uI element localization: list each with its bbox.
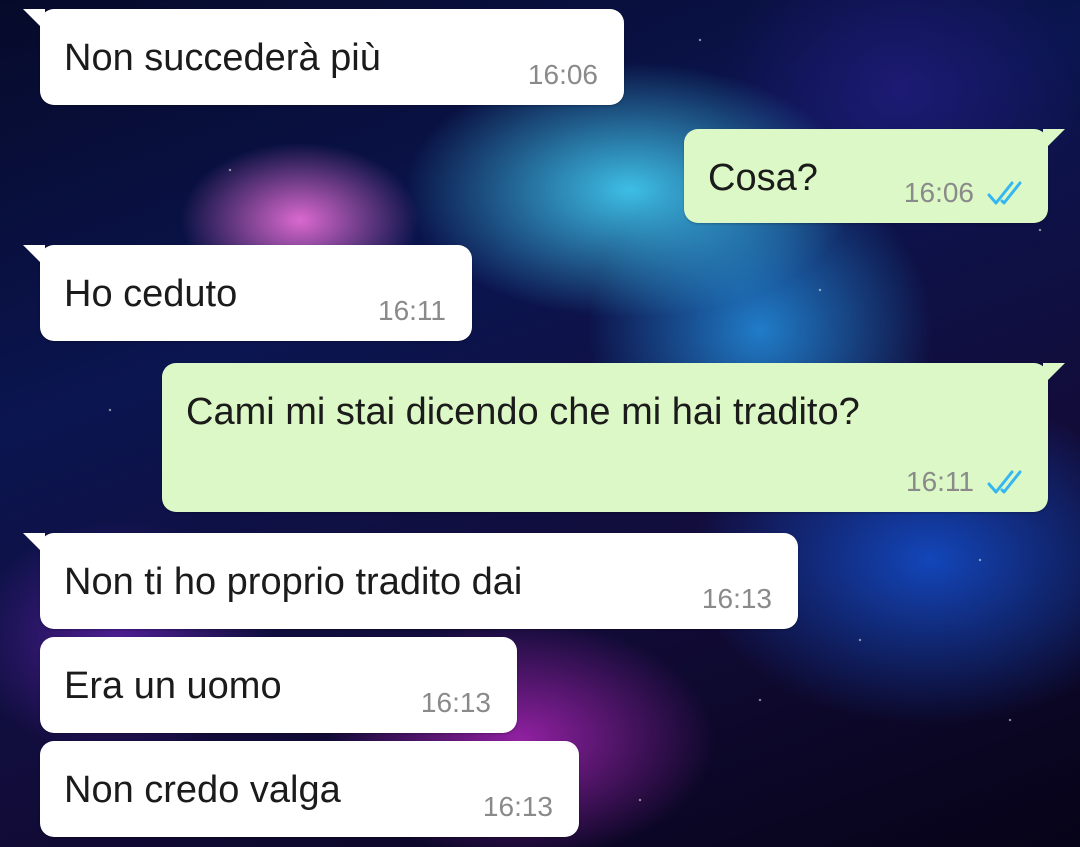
message-timestamp: 16:13: [482, 791, 553, 822]
message-text: Cami mi stai dicendo che mi hai tradito?: [186, 391, 860, 433]
message-timestamp: 16:06: [903, 177, 974, 208]
double-check-icon: [987, 470, 1022, 494]
message-text: Non ti ho proprio tradito dai: [64, 561, 523, 603]
message-text: Cosa?: [708, 157, 818, 199]
message-bubble-outgoing[interactable]: Cosa? 16:06: [684, 129, 1065, 223]
message-text: Non credo valga: [64, 769, 341, 811]
message-timestamp: 16:13: [420, 687, 491, 718]
message-bubble-incoming[interactable]: Non ti ho proprio tradito dai 16:13: [23, 533, 798, 629]
message-timestamp: 16:11: [906, 466, 974, 497]
message-bubble-outgoing[interactable]: Cami mi stai dicendo che mi hai tradito?…: [162, 363, 1065, 512]
message-timestamp: 16:11: [378, 295, 446, 326]
message-bubble-incoming[interactable]: Non succederà più 16:06: [23, 9, 624, 105]
message-text: Era un uomo: [64, 665, 282, 707]
message-list[interactable]: Non succederà più 16:06 Cosa? 16:06 Ho c…: [0, 0, 1080, 847]
double-check-icon: [987, 181, 1022, 205]
message-text: Non succederà più: [64, 37, 381, 79]
message-bubble-incoming[interactable]: Ho ceduto 16:11: [23, 245, 472, 341]
message-timestamp: 16:13: [701, 583, 772, 614]
message-text: Ho ceduto: [64, 273, 238, 315]
message-bubble-incoming[interactable]: Era un uomo 16:13: [40, 637, 517, 733]
message-bubble-incoming[interactable]: Non credo valga 16:13: [40, 741, 579, 837]
message-timestamp: 16:06: [527, 59, 598, 90]
